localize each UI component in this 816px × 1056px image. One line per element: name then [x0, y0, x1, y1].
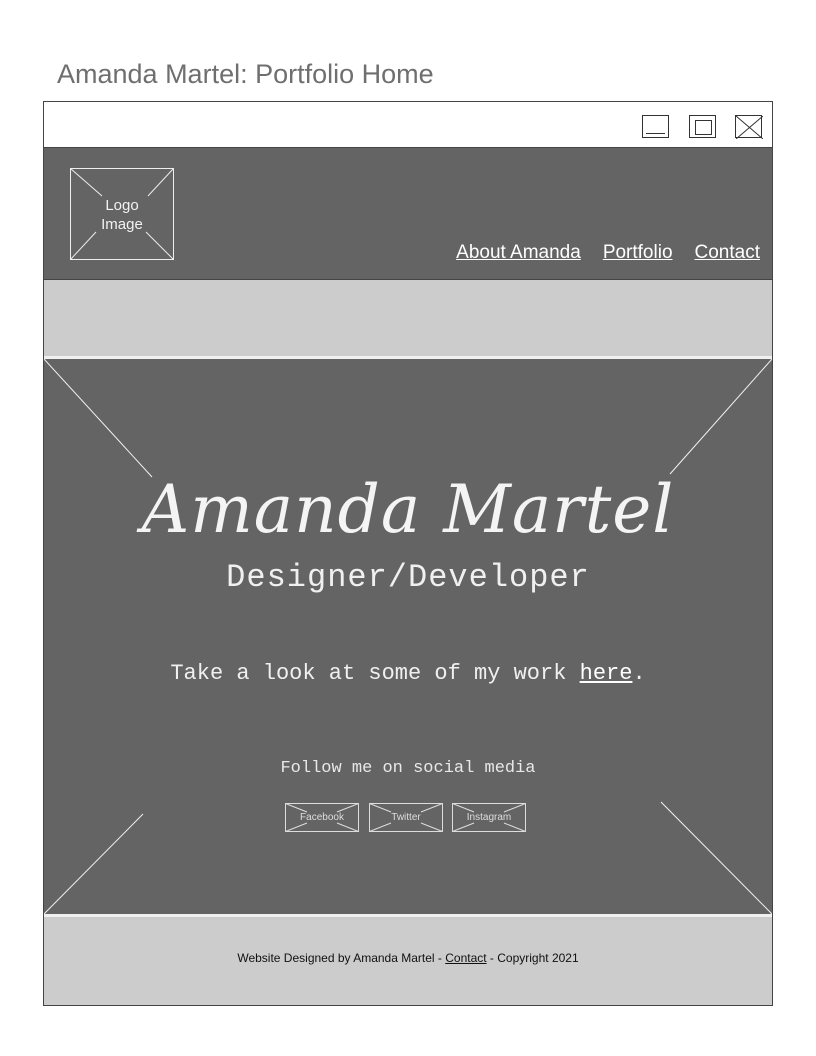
hero-cta: Take a look at some of my work here. [44, 661, 772, 686]
social-heading: Follow me on social media [280, 759, 536, 778]
hero-cta-link[interactable]: here [580, 661, 633, 686]
nav-link-about[interactable]: About Amanda [456, 242, 581, 264]
hero-section: Amanda Martel Designer/Developer Take a … [44, 359, 772, 914]
logo-label: Logo Image [70, 196, 174, 234]
maximize-icon[interactable] [689, 115, 716, 138]
window-titlebar [44, 102, 772, 148]
footer-credit: Website Designed by Amanda Martel - [237, 951, 446, 965]
instagram-label: Instagram [466, 812, 512, 823]
nav-link-contact[interactable]: Contact [695, 242, 760, 264]
minimize-icon[interactable] [642, 115, 669, 138]
hero-cta-text: Take a look at some of my work [170, 661, 580, 686]
twitter-label: Twitter [391, 812, 421, 823]
site-header: Logo Image About Amanda Portfolio Contac… [44, 148, 772, 280]
hero-cta-suffix: . [632, 661, 646, 686]
header-band [44, 280, 772, 359]
site-footer: Website Designed by Amanda Martel - Cont… [44, 914, 772, 1005]
logo-label-line1: Logo [105, 197, 139, 214]
logo-label-line2: Image [101, 216, 143, 233]
hero-name: Amanda Martel [141, 471, 675, 548]
browser-window: Logo Image About Amanda Portfolio Contac… [43, 101, 773, 1006]
facebook-button[interactable]: Facebook [285, 803, 359, 832]
close-icon[interactable] [735, 115, 763, 139]
page-title: Amanda Martel: Portfolio Home [57, 59, 434, 89]
footer-contact-link[interactable]: Contact [445, 951, 486, 965]
facebook-label: Facebook [300, 812, 344, 823]
main-nav: About Amanda Portfolio Contact [456, 242, 760, 264]
footer-copyright: - Copyright 2021 [486, 951, 579, 965]
logo-image-placeholder[interactable]: Logo Image [70, 168, 174, 260]
instagram-button[interactable]: Instagram [452, 803, 526, 832]
twitter-button[interactable]: Twitter [369, 803, 443, 832]
hero-role: Designer/Developer [226, 559, 590, 596]
footer-text: Website Designed by Amanda Martel - Cont… [44, 951, 772, 965]
nav-link-portfolio[interactable]: Portfolio [603, 242, 673, 264]
